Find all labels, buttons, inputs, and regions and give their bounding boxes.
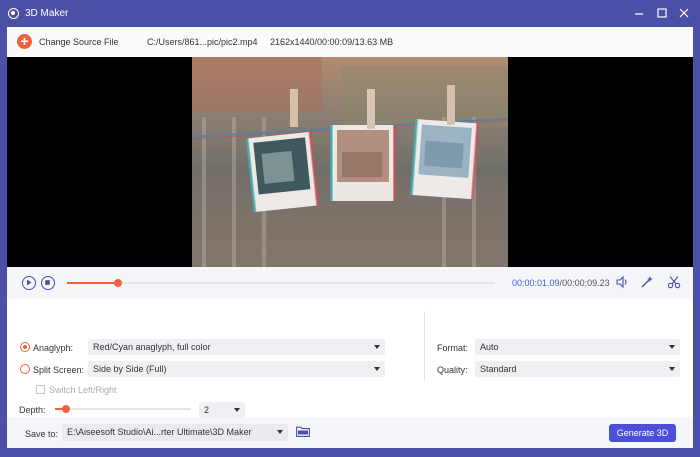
window-title: 3D Maker [25, 8, 69, 19]
main-content: + Change Source File C:/Users/861...pic/… [7, 27, 693, 448]
switch-left-right-checkbox[interactable] [36, 385, 45, 394]
quality-label: Quality: [437, 365, 468, 375]
save-path-value: E:\Aiseesoft Studio\Ai...rter Ultimate\3… [67, 427, 252, 437]
stop-icon[interactable] [41, 276, 55, 290]
save-path-select[interactable]: E:\Aiseesoft Studio\Ai...rter Ultimate\3… [62, 424, 288, 441]
source-file-path: C:/Users/861...pic/pic2.mp4 [147, 37, 258, 47]
split-screen-select-value: Side by Side (Full) [93, 364, 167, 374]
close-icon[interactable] [675, 5, 693, 21]
current-time: 00:00:01.09 [512, 278, 560, 288]
quality-select-value: Standard [480, 364, 517, 374]
depth-select[interactable]: 2 [199, 402, 245, 418]
chevron-down-icon [374, 345, 380, 349]
format-label: Format: [437, 343, 469, 353]
chevron-down-icon [277, 430, 283, 434]
add-source-icon[interactable]: + [17, 34, 32, 49]
time-display: 00:00:01.09/00:00:09.23 [512, 278, 610, 288]
split-screen-select[interactable]: Side by Side (Full) [88, 361, 385, 377]
split-screen-radio[interactable] [20, 364, 30, 374]
3d-maker-window: 3D Maker + Change Source File C:/Users/8… [0, 0, 700, 457]
settings-divider [424, 311, 425, 381]
chevron-down-icon [669, 367, 675, 371]
anaglyph-select[interactable]: Red/Cyan anaglyph, full color [88, 339, 385, 355]
magic-wand-icon[interactable] [640, 275, 654, 289]
anaglyph-preview-image [192, 57, 508, 267]
chevron-down-icon [234, 408, 240, 412]
total-time: 00:00:09.23 [562, 278, 610, 288]
quality-select[interactable]: Standard [475, 361, 680, 377]
anaglyph-select-value: Red/Cyan anaglyph, full color [93, 342, 211, 352]
progress-handle[interactable] [113, 279, 122, 287]
playback-controls: 00:00:01.09/00:00:09.23 [7, 267, 693, 299]
format-select[interactable]: Auto [475, 339, 680, 355]
depth-select-value: 2 [204, 405, 210, 415]
source-bar: + Change Source File C:/Users/861...pic/… [7, 27, 693, 57]
save-bar: Save to: E:\Aiseesoft Studio\Ai...rter U… [7, 417, 693, 448]
source-file-info: 2162x1440/00:00:09/13.63 MB [270, 37, 394, 47]
progress-track[interactable] [67, 282, 495, 284]
scissors-icon[interactable] [667, 275, 681, 289]
anaglyph-radio[interactable] [20, 342, 30, 352]
volume-icon[interactable] [615, 275, 629, 289]
switch-left-right-label: Switch Left/Right [49, 385, 117, 395]
anaglyph-label: Anaglyph: [33, 343, 74, 353]
video-preview [7, 57, 693, 267]
format-select-value: Auto [480, 342, 499, 352]
minimize-icon[interactable] [630, 5, 648, 21]
change-source-file-button[interactable]: Change Source File [39, 37, 119, 47]
maximize-icon[interactable] [653, 5, 671, 21]
progress-fill [67, 282, 118, 284]
depth-slider-handle[interactable] [62, 405, 70, 413]
split-screen-label: Split Screen: [33, 365, 85, 375]
chevron-down-icon [374, 367, 380, 371]
play-icon[interactable] [22, 276, 36, 290]
save-to-label: Save to: [25, 429, 59, 439]
folder-icon[interactable] [296, 426, 310, 437]
app-logo-icon [8, 8, 19, 19]
3d-settings-panel: Anaglyph: Red/Cyan anaglyph, full color … [7, 299, 693, 418]
title-bar: 3D Maker [0, 0, 700, 27]
generate-3d-button[interactable]: Generate 3D [609, 424, 676, 442]
depth-label: Depth: [19, 405, 46, 415]
depth-slider-track[interactable] [55, 408, 191, 410]
chevron-down-icon [669, 345, 675, 349]
